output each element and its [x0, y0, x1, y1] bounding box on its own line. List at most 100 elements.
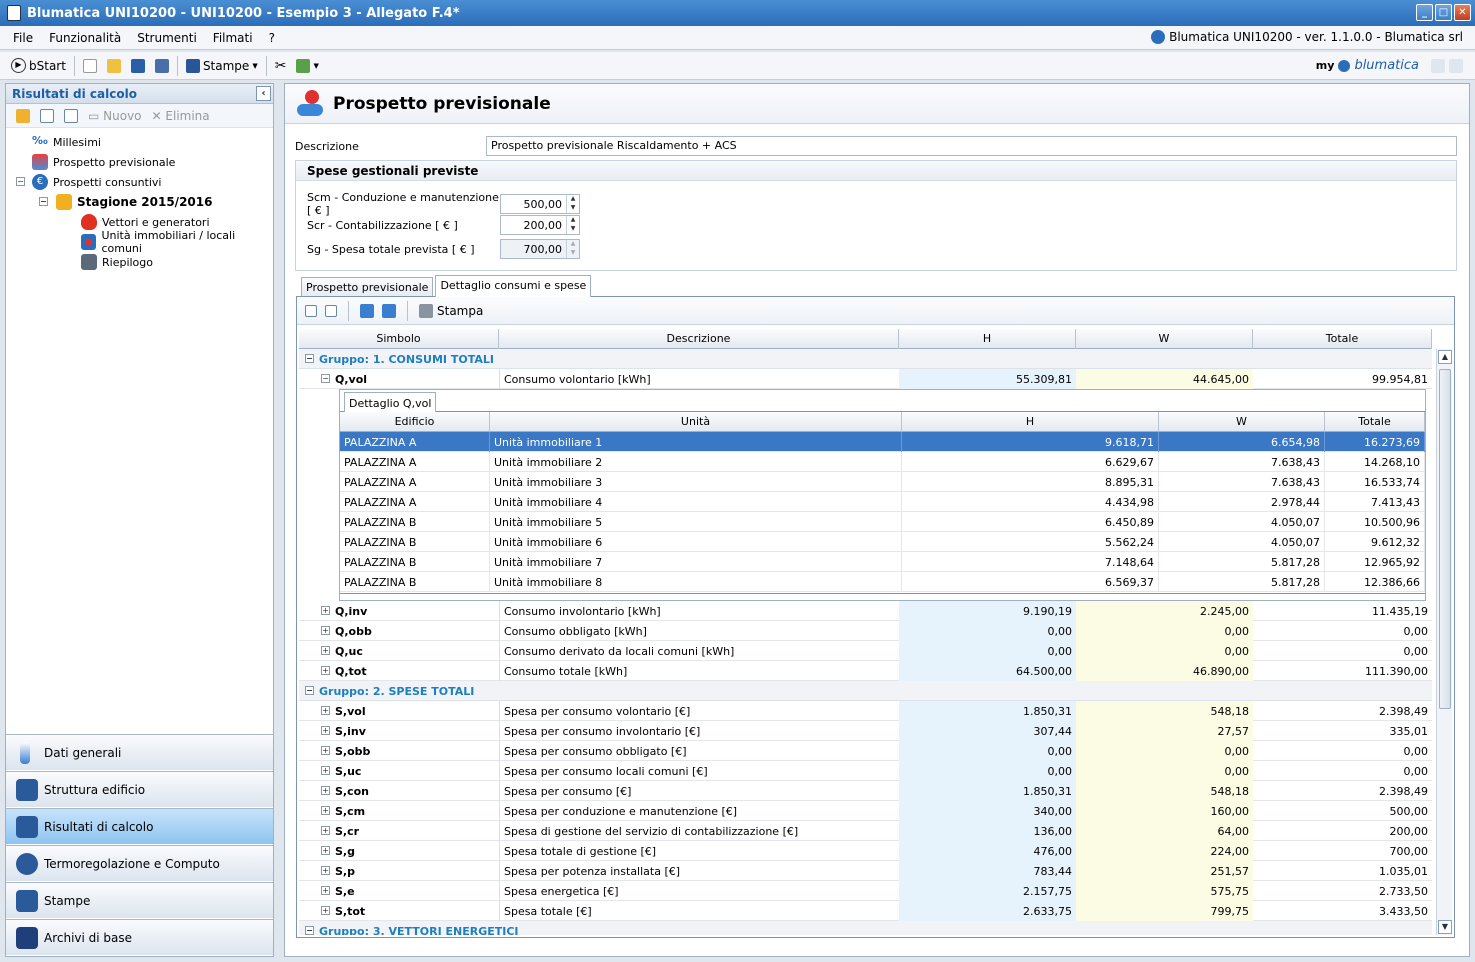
- tree-item-stagione[interactable]: − Stagione 2015/2016: [6, 192, 273, 212]
- scroll-up-icon[interactable]: ▲: [1438, 350, 1452, 364]
- detail-row[interactable]: PALAZZINA B Unità immobiliare 7 7.148,64 5.…: [340, 552, 1425, 572]
- scroll-thumb[interactable]: [1439, 369, 1451, 709]
- scr-spinner[interactable]: 200,00 ▲ ▼: [500, 215, 580, 235]
- expand-all-icon[interactable]: [305, 304, 317, 317]
- expand-icon[interactable]: +: [321, 826, 330, 835]
- nav-stampe[interactable]: Stampe: [6, 882, 273, 918]
- refresh-icon[interactable]: [16, 108, 30, 123]
- collapse-icon[interactable]: −: [39, 197, 48, 206]
- col-h[interactable]: H: [899, 329, 1076, 349]
- expand-icon[interactable]: +: [321, 786, 330, 795]
- spin-up-icon[interactable]: ▲: [567, 195, 579, 204]
- menu-help[interactable]: ?: [261, 31, 283, 45]
- table-row[interactable]: + S,vol Spesa per consumo volontario [€] 1.…: [299, 701, 1432, 721]
- group-row-vettori[interactable]: − Gruppo: 3. VETTORI ENERGETICI: [299, 921, 1432, 935]
- close-button[interactable]: ✕: [1454, 4, 1471, 21]
- notes-icon[interactable]: [1449, 58, 1463, 73]
- expand-icon[interactable]: +: [321, 746, 330, 755]
- table-row[interactable]: + S,inv Spesa per consumo involontario [€]…: [299, 721, 1432, 741]
- table-row[interactable]: + Q,obb Consumo obbligato [kWh] 0,00 0,00 0,0…: [299, 621, 1432, 641]
- scm-spinner[interactable]: 500,00 ▲ ▼: [500, 194, 580, 214]
- expand-icon[interactable]: +: [321, 906, 330, 915]
- expand-icon[interactable]: +: [321, 646, 330, 655]
- table-row[interactable]: + S,con Spesa per consumo [€] 1.850,31 548,1…: [299, 781, 1432, 801]
- table-row[interactable]: + Q,inv Consumo involontario [kWh] 9.190,19…: [299, 601, 1432, 621]
- menu-strumenti[interactable]: Strumenti: [129, 31, 205, 45]
- maximize-button[interactable]: □: [1435, 4, 1452, 21]
- elimina-button[interactable]: ✕ Elimina: [152, 109, 210, 123]
- collapse-panel-button[interactable]: ‹: [256, 86, 271, 101]
- detail-row[interactable]: PALAZZINA B Unità immobiliare 6 5.562,24 4.…: [340, 532, 1425, 552]
- tools-button[interactable]: ✂: [270, 55, 292, 77]
- spin-down-icon[interactable]: ▼: [567, 204, 579, 213]
- detail-row[interactable]: PALAZZINA A Unità immobiliare 1 9.618,71 6.…: [340, 432, 1425, 452]
- columns-icon[interactable]: [360, 303, 374, 318]
- tab-dettaglio-qvol[interactable]: Dettaglio Q,vol: [344, 392, 437, 412]
- detail-row[interactable]: PALAZZINA A Unità immobiliare 3 8.895,31 7.…: [340, 472, 1425, 492]
- tree-item-prospetti-consuntivi[interactable]: − € Prospetti consuntivi: [6, 172, 273, 192]
- stampe-dropdown[interactable]: Stampe ▼: [181, 55, 263, 77]
- tree-item-prospetto-previsionale[interactable]: Prospetto previsionale: [6, 152, 273, 172]
- col-totale[interactable]: Totale: [1325, 412, 1425, 432]
- nuovo-button[interactable]: ▭ Nuovo: [88, 109, 142, 123]
- spin-up-icon[interactable]: ▲: [567, 216, 579, 225]
- group-row-spese[interactable]: − Gruppo: 2. SPESE TOTALI: [299, 681, 1432, 701]
- col-unita[interactable]: Unità: [490, 412, 902, 432]
- table-row[interactable]: + S,p Spesa per potenza installata [€] 783,…: [299, 861, 1432, 881]
- expand-icon[interactable]: +: [321, 886, 330, 895]
- collapse-all-icon[interactable]: [325, 304, 337, 317]
- expand-all-icon[interactable]: [40, 108, 54, 123]
- expand-icon[interactable]: +: [321, 866, 330, 875]
- detail-row[interactable]: PALAZZINA B Unità immobiliare 5 6.450,89 4.…: [340, 512, 1425, 532]
- menu-file[interactable]: File: [0, 31, 41, 45]
- table-row[interactable]: + S,uc Spesa per consumo locali comuni [€]…: [299, 761, 1432, 781]
- col-h[interactable]: H: [902, 412, 1159, 432]
- expand-icon[interactable]: +: [321, 726, 330, 735]
- col-simbolo[interactable]: Simbolo: [299, 329, 499, 349]
- expand-icon[interactable]: +: [321, 706, 330, 715]
- col-totale[interactable]: Totale: [1253, 329, 1432, 349]
- expand-icon[interactable]: +: [321, 806, 330, 815]
- expand-icon[interactable]: +: [321, 606, 330, 615]
- descrizione-input[interactable]: Prospetto previsionale Riscaldamento + A…: [486, 136, 1457, 156]
- spin-down-icon[interactable]: ▼: [567, 225, 579, 234]
- new-file-button[interactable]: [78, 55, 102, 77]
- add-user-icon[interactable]: [1431, 58, 1445, 73]
- table-row[interactable]: + S,g Spesa totale di gestione [€] 476,00 22…: [299, 841, 1432, 861]
- expand-icon[interactable]: −: [305, 926, 314, 935]
- minimize-button[interactable]: _: [1416, 4, 1433, 21]
- tab-dettaglio-consumi[interactable]: Dettaglio consumi e spese: [435, 275, 592, 297]
- table-row-qvol[interactable]: − Q,vol Consumo volontario [kWh] 55.309,…: [299, 369, 1432, 389]
- tree-item-riepilogo[interactable]: Riepilogo: [6, 252, 273, 272]
- collapse-icon[interactable]: −: [16, 177, 25, 186]
- group-row-consumi[interactable]: − Gruppo: 1. CONSUMI TOTALI: [299, 349, 1432, 369]
- bstart-button[interactable]: ▶ bStart: [6, 55, 71, 77]
- nav-risultati-di-calcolo[interactable]: Risultati di calcolo: [6, 808, 273, 844]
- tree-item-millesimi[interactable]: ‰ Millesimi: [6, 132, 273, 152]
- export-dropdown[interactable]: ▼: [291, 55, 323, 77]
- col-w[interactable]: W: [1076, 329, 1253, 349]
- nav-struttura-edificio[interactable]: Struttura edificio: [6, 771, 273, 807]
- expand-icon[interactable]: +: [321, 626, 330, 635]
- table-row[interactable]: + Q,tot Consumo totale [kWh] 64.500,00 46.89…: [299, 661, 1432, 681]
- detail-row[interactable]: PALAZZINA A Unità immobiliare 4 4.434,98 2.…: [340, 492, 1425, 512]
- expand-icon[interactable]: +: [321, 666, 330, 675]
- export-grid-icon[interactable]: [382, 303, 396, 318]
- menu-funzionalita[interactable]: Funzionalità: [41, 31, 129, 45]
- table-row[interactable]: + S,obb Spesa per consumo obbligato [€] 0,0…: [299, 741, 1432, 761]
- nav-dati-generali[interactable]: Dati generali: [6, 734, 273, 770]
- vertical-scrollbar[interactable]: ▲ ▼: [1436, 349, 1452, 935]
- collapse-all-icon[interactable]: [64, 108, 78, 123]
- collapse-icon[interactable]: −: [305, 686, 314, 695]
- expand-icon[interactable]: +: [321, 766, 330, 775]
- collapse-icon[interactable]: −: [305, 354, 314, 363]
- nav-archivi-di-base[interactable]: Archivi di base: [6, 919, 273, 955]
- menu-filmati[interactable]: Filmati: [205, 31, 261, 45]
- collapse-icon[interactable]: −: [321, 374, 330, 383]
- nav-termoregolazione[interactable]: Termoregolazione e Computo: [6, 845, 273, 881]
- myblumatica-brand[interactable]: my blumatica: [1316, 58, 1463, 73]
- table-row[interactable]: + S,cr Spesa di gestione del servizio di c…: [299, 821, 1432, 841]
- open-button[interactable]: [102, 55, 126, 77]
- table-row[interactable]: + S,tot Spesa totale [€] 2.633,75 799,75 3.43…: [299, 901, 1432, 921]
- col-descrizione[interactable]: Descrizione: [499, 329, 899, 349]
